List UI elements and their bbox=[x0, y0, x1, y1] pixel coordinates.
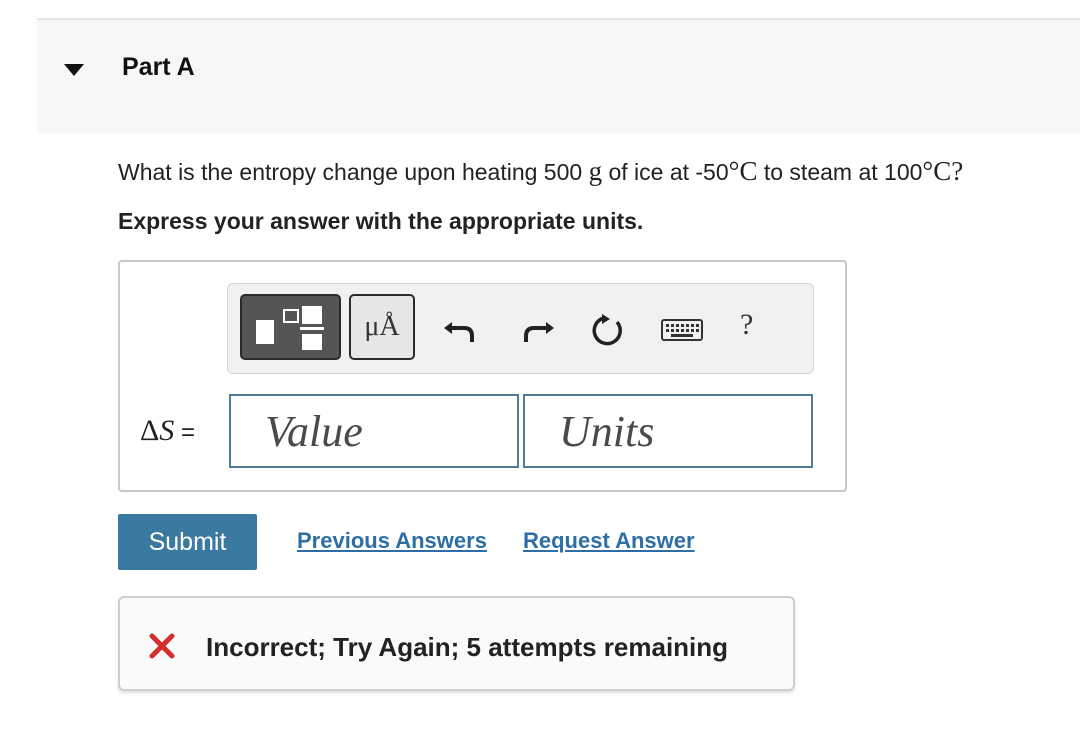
entropy-symbol: S bbox=[159, 414, 175, 447]
help-icon[interactable]: ? bbox=[740, 308, 753, 342]
math-toolbar: μÅ ? bbox=[227, 283, 814, 374]
delta-s-label: ΔS = bbox=[140, 414, 195, 448]
templates-icon bbox=[256, 306, 324, 350]
previous-answers-link[interactable]: Previous Answers bbox=[297, 528, 487, 554]
unit-celsius: C bbox=[933, 156, 952, 186]
incorrect-x-icon bbox=[149, 633, 175, 659]
feedback-text: Incorrect; Try Again; 5 attempts remaini… bbox=[206, 632, 729, 662]
units-input[interactable] bbox=[523, 394, 813, 468]
equals-sign: = bbox=[174, 419, 195, 446]
keyboard-icon[interactable] bbox=[660, 312, 704, 348]
degree-symbol: ° bbox=[922, 156, 934, 186]
feedback-message-box: Incorrect; Try Again; 5 attempts remaini… bbox=[118, 596, 795, 691]
collapse-triangle-icon[interactable] bbox=[64, 64, 84, 76]
question-mark: ? bbox=[951, 156, 964, 186]
question-part-1: What is the entropy change upon heating … bbox=[118, 159, 589, 185]
templates-button[interactable] bbox=[240, 294, 341, 360]
unit-celsius: C bbox=[739, 156, 758, 186]
degree-symbol: ° bbox=[728, 156, 740, 186]
part-header[interactable]: Part A bbox=[37, 20, 1080, 133]
redo-icon[interactable] bbox=[520, 312, 556, 348]
units-icon: μÅ bbox=[364, 311, 400, 342]
submit-button[interactable]: Submit bbox=[118, 514, 257, 570]
question-text: What is the entropy change upon heating … bbox=[118, 156, 963, 187]
value-input[interactable] bbox=[229, 394, 519, 468]
unit-grams: g bbox=[588, 156, 603, 186]
undo-icon[interactable] bbox=[442, 312, 478, 348]
request-answer-link[interactable]: Request Answer bbox=[523, 528, 695, 554]
part-title: Part A bbox=[122, 53, 195, 81]
reset-icon[interactable] bbox=[590, 312, 626, 348]
question-part-2: of ice at -50 bbox=[602, 159, 729, 185]
units-button[interactable]: μÅ bbox=[349, 294, 415, 360]
instruction-text: Express your answer with the appropriate… bbox=[118, 208, 644, 234]
question-part-3: to steam at 100 bbox=[757, 159, 923, 185]
delta-symbol: Δ bbox=[140, 414, 160, 447]
